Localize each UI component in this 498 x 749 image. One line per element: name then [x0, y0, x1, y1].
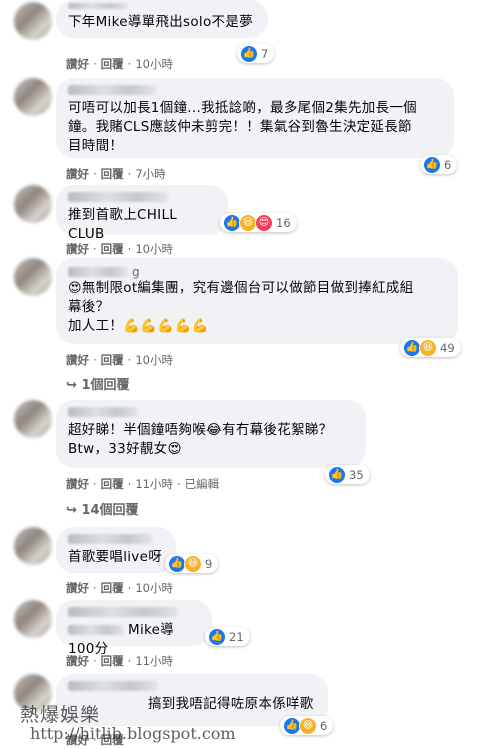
avatar[interactable]: [14, 600, 52, 638]
comment-actions: 讚好 · 回覆 · 7小時: [66, 167, 166, 181]
like-button[interactable]: 讚好: [66, 353, 89, 367]
comment-bubble: 首歌要唱live呀: [56, 527, 176, 573]
author-name[interactable]: [68, 534, 152, 544]
comment-text: 搞到我唔記得咗原本係咩歌: [148, 696, 314, 712]
avatar[interactable]: [14, 78, 52, 116]
like-reaction-icon: 👍: [208, 627, 226, 646]
comment-text: 😍無制限ot編集團，究有邊個台可以做節目做到捧紅成組 幕後？ 加人工！💪💪💪💪💪: [68, 280, 414, 334]
reply-button[interactable]: 回覆: [101, 477, 124, 491]
author-name[interactable]: [68, 192, 168, 202]
comment-text: 下年Mike導單飛出solo不是夢: [68, 14, 253, 30]
comment-actions: 讚好 · 回覆 · 11小時 · 已編輯: [66, 477, 220, 491]
like-button[interactable]: 讚好: [66, 57, 89, 71]
reaction-summary[interactable]: 👍 6: [420, 155, 458, 174]
love-reaction-icon: 😍: [255, 213, 273, 232]
author-name[interactable]: [68, 85, 156, 95]
comment-text: 超好睇！半個鐘唔夠喉😂有冇幕後花絮睇？ Btw，33好靚女😍: [68, 422, 333, 457]
timestamp[interactable]: 10小時: [135, 57, 173, 71]
comment-bubble: Mike導100分: [56, 600, 212, 657]
like-reaction-icon: 👍: [423, 155, 441, 174]
like-button[interactable]: 讚好: [66, 654, 89, 668]
comment-text: 推到首歌上CHILL CLUB: [68, 207, 182, 242]
blurred-mention: [68, 625, 124, 635]
reply-button[interactable]: 回覆: [101, 654, 124, 668]
like-button[interactable]: 讚好: [66, 242, 89, 256]
view-replies-link[interactable]: ↪ 14個回覆: [66, 499, 139, 518]
haha-reaction-icon: 😆: [299, 716, 317, 735]
avatar[interactable]: [14, 185, 52, 223]
author-name-tail[interactable]: g: [132, 265, 140, 279]
reply-arrow-icon: ↪: [66, 378, 77, 393]
reaction-summary[interactable]: 👍 😆 49: [400, 338, 461, 357]
reply-button[interactable]: 回覆: [101, 353, 124, 367]
comment-actions: 讚好 · 回覆 · 11小時: [66, 654, 173, 668]
avatar[interactable]: [14, 258, 52, 296]
timestamp[interactable]: 7小時: [135, 167, 165, 181]
timestamp[interactable]: 10小時: [135, 353, 173, 367]
like-reaction-icon: 👍: [240, 44, 258, 63]
reply-button[interactable]: 回覆: [101, 242, 124, 256]
author-name[interactable]: [68, 3, 128, 9]
haha-reaction-icon: 😆: [419, 338, 437, 357]
reaction-summary[interactable]: 👍 😆 😍 16: [220, 213, 297, 232]
comment-text: 首歌要唱live呀: [68, 549, 162, 565]
watermark-title: 熱爆娛樂: [20, 704, 101, 726]
reaction-summary[interactable]: 👍 7: [237, 44, 275, 63]
reaction-summary[interactable]: 👍 35: [325, 465, 370, 484]
avatar[interactable]: [14, 527, 52, 565]
comment-actions: 讚好 · 回覆 · 10小時: [66, 581, 173, 595]
comment-bubble: 推到首歌上CHILL CLUB: [56, 185, 228, 242]
comment-text: 可唔可以加長1個鐘...我抵諗啲，最多尾個2集先加長一個 鐘。我賭CLS應該仲未…: [68, 100, 417, 154]
comment-actions: 讚好 · 回覆 · 10小時: [66, 57, 173, 71]
author-name[interactable]: [68, 267, 128, 277]
comment-bubble: 下年Mike導單飛出solo不是夢: [56, 0, 268, 38]
heart-eyes-icon: 😍: [68, 281, 82, 296]
timestamp[interactable]: 10小時: [135, 581, 173, 595]
author-name[interactable]: [68, 607, 178, 617]
like-button[interactable]: 讚好: [66, 477, 89, 491]
comment-bubble: 超好睇！半個鐘唔夠喉😂有冇幕後花絮睇？ Btw，33好靚女😍: [56, 400, 366, 468]
reply-arrow-icon: ↪: [66, 503, 77, 518]
reply-button[interactable]: 回覆: [101, 57, 124, 71]
comment-bubble: g 😍無制限ot編集團，究有邊個台可以做節目做到捧紅成組 幕後？ 加人工！💪💪💪…: [56, 258, 458, 344]
author-name[interactable]: [68, 407, 138, 417]
watermark-url: http://hitlib.blogspot.com: [30, 724, 236, 743]
timestamp[interactable]: 10小時: [135, 242, 173, 256]
reaction-summary[interactable]: 👍 😆 9: [165, 554, 219, 573]
avatar[interactable]: [14, 400, 52, 438]
timestamp[interactable]: 11小時: [135, 654, 173, 668]
like-button[interactable]: 讚好: [66, 581, 89, 595]
reaction-summary[interactable]: 👍 21: [205, 627, 250, 646]
view-replies-link[interactable]: ↪ 1個回覆: [66, 374, 129, 393]
reply-button[interactable]: 回覆: [101, 167, 124, 181]
reaction-summary[interactable]: 👍 😆 6: [280, 716, 334, 735]
author-name[interactable]: [68, 681, 158, 691]
reply-button[interactable]: 回覆: [101, 581, 124, 595]
haha-reaction-icon: 😆: [184, 554, 202, 573]
edited-label: 已編輯: [184, 477, 220, 491]
comment-actions: 讚好 · 回覆 · 10小時: [66, 242, 173, 256]
comment-actions: 讚好 · 回覆 · 10小時: [66, 353, 173, 367]
comment-bubble: 可唔可以加長1個鐘...我抵諗啲，最多尾個2集先加長一個 鐘。我賭CLS應該仲未…: [56, 78, 454, 158]
like-button[interactable]: 讚好: [66, 167, 89, 181]
like-reaction-icon: 👍: [328, 465, 346, 484]
avatar[interactable]: [14, 2, 52, 40]
timestamp[interactable]: 11小時: [135, 477, 173, 491]
